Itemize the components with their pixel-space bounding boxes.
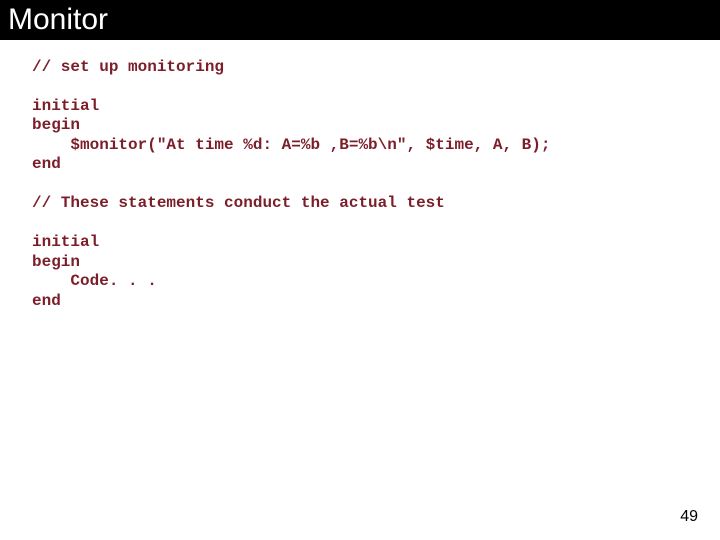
slide-title: Monitor [0, 0, 720, 40]
page-number: 49 [680, 508, 698, 526]
code-block: // set up monitoring initial begin $moni… [0, 40, 720, 312]
